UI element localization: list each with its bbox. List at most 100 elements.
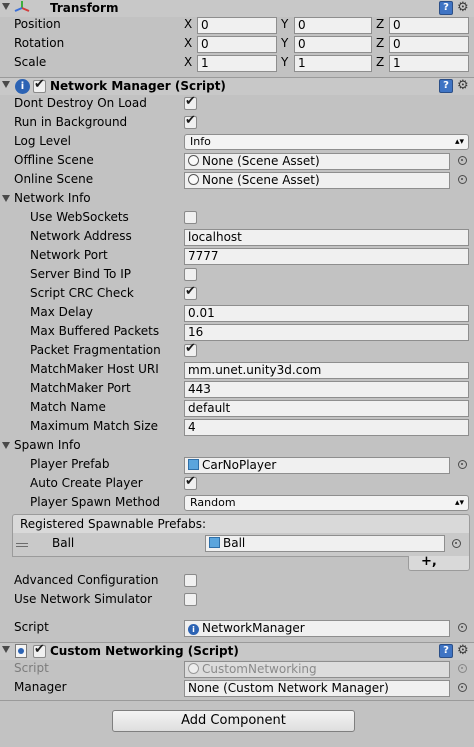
axis-x-label[interactable]: X <box>184 36 192 50</box>
divider <box>0 700 474 701</box>
packet-frag-checkbox[interactable] <box>184 341 197 357</box>
nm-script-field[interactable]: i NetworkManager <box>184 620 450 637</box>
custom-networking-header[interactable]: Custom Networking (Script) ? ⚙ <box>0 642 474 660</box>
player-prefab-label: Player Prefab <box>30 457 110 471</box>
add-item-button[interactable]: +, <box>421 554 437 569</box>
use-websockets-label: Use WebSockets <box>30 210 129 224</box>
help-icon[interactable]: ? <box>439 644 453 658</box>
drag-handle-icon[interactable] <box>16 543 28 547</box>
fold-icon[interactable] <box>2 442 10 449</box>
axis-z-label[interactable]: Z <box>376 36 384 50</box>
spawn-info-row[interactable]: Spawn Info <box>0 437 474 456</box>
spawn-info-label[interactable]: Spawn Info <box>14 438 81 452</box>
max-match-field[interactable]: 4 <box>184 419 469 436</box>
custom-networking-enabled-checkbox[interactable] <box>33 642 46 658</box>
fold-icon[interactable] <box>2 81 10 88</box>
mm-port-row: MatchMaker Port 443 <box>0 380 474 399</box>
object-picker-icon[interactable] <box>458 156 467 165</box>
fold-icon[interactable] <box>2 195 10 202</box>
server-bind-label: Server Bind To IP <box>30 267 131 281</box>
unity-scene-icon <box>188 155 199 166</box>
object-picker-icon[interactable] <box>458 623 467 632</box>
scale-x-field[interactable]: 1 <box>197 55 277 72</box>
rotation-x-field[interactable]: 0 <box>197 36 277 53</box>
object-picker-icon[interactable] <box>458 460 467 469</box>
network-address-field[interactable]: localhost <box>184 229 469 246</box>
dont-destroy-label: Dont Destroy On Load <box>14 96 147 110</box>
spawn-method-dropdown[interactable]: Random ▴▾ <box>184 495 469 511</box>
script-crc-checkbox[interactable] <box>184 284 197 300</box>
info-icon: i <box>15 79 30 94</box>
script-crc-label: Script CRC Check <box>30 286 134 300</box>
fold-icon[interactable] <box>2 646 10 653</box>
network-port-row: Network Port 7777 <box>0 247 474 266</box>
network-info-label[interactable]: Network Info <box>14 191 91 205</box>
online-scene-row: Online Scene None (Scene Asset) <box>0 171 474 190</box>
max-delay-field[interactable]: 0.01 <box>184 305 469 322</box>
scale-y-field[interactable]: 1 <box>294 55 372 72</box>
match-name-label: Match Name <box>30 400 106 414</box>
mm-port-field[interactable]: 443 <box>184 381 469 398</box>
manager-field[interactable]: None (Custom Network Manager) <box>184 680 450 697</box>
help-icon[interactable]: ? <box>439 79 453 93</box>
auto-create-checkbox[interactable] <box>184 474 197 490</box>
mm-host-field[interactable]: mm.unet.unity3d.com <box>184 362 469 379</box>
gear-icon[interactable]: ⚙ <box>457 643 469 659</box>
network-info-row[interactable]: Network Info <box>0 190 474 209</box>
registered-item-field[interactable]: Ball <box>205 535 445 552</box>
max-match-row: Maximum Match Size 4 <box>0 418 474 437</box>
max-match-label: Maximum Match Size <box>30 419 159 433</box>
offline-scene-row: Offline Scene None (Scene Asset) <box>0 152 474 171</box>
custom-networking-title: Custom Networking (Script) <box>50 644 239 658</box>
online-scene-field[interactable]: None (Scene Asset) <box>184 172 450 189</box>
packet-frag-row: Packet Fragmentation <box>0 341 474 361</box>
run-bg-checkbox[interactable] <box>184 113 197 129</box>
gear-icon[interactable]: ⚙ <box>457 0 469 16</box>
axis-y-label[interactable]: Y <box>281 36 288 50</box>
network-port-field[interactable]: 7777 <box>184 248 469 265</box>
axis-z-label[interactable]: Z <box>376 17 384 31</box>
position-x-field[interactable]: 0 <box>197 17 277 34</box>
axis-z-label[interactable]: Z <box>376 55 384 69</box>
registered-item-name: Ball <box>52 536 75 550</box>
offline-scene-field[interactable]: None (Scene Asset) <box>184 153 450 170</box>
scale-z-field[interactable]: 1 <box>389 55 469 72</box>
rotation-z-field[interactable]: 0 <box>389 36 469 53</box>
axis-x-label[interactable]: X <box>184 17 192 31</box>
nm-script-label: Script <box>14 620 49 634</box>
gear-icon[interactable]: ⚙ <box>457 78 469 94</box>
run-bg-label: Run in Background <box>14 115 128 129</box>
match-name-field[interactable]: default <box>184 400 469 417</box>
max-buffered-field[interactable]: 16 <box>184 324 469 341</box>
help-icon[interactable]: ? <box>439 1 453 15</box>
script-crc-row: Script CRC Check <box>0 284 474 304</box>
advanced-config-checkbox[interactable] <box>184 574 197 587</box>
dont-destroy-checkbox[interactable] <box>184 94 197 110</box>
transform-header[interactable]: Transform ? ⚙ <box>0 0 474 17</box>
axis-y-label[interactable]: Y <box>281 17 288 31</box>
player-prefab-field[interactable]: CarNoPlayer <box>184 457 450 474</box>
axis-x-label[interactable]: X <box>184 55 192 69</box>
log-level-value: Info <box>190 135 211 148</box>
server-bind-checkbox[interactable] <box>184 268 197 281</box>
object-picker-icon[interactable] <box>458 175 467 184</box>
axis-y-label[interactable]: Y <box>281 55 288 69</box>
rotation-label: Rotation <box>14 36 65 50</box>
cn-script-label: Script <box>14 661 49 675</box>
chevron-updown-icon: ▴▾ <box>454 498 464 508</box>
use-net-sim-checkbox[interactable] <box>184 593 197 606</box>
rotation-y-field[interactable]: 0 <box>294 36 372 53</box>
log-level-dropdown[interactable]: Info ▴▾ <box>184 134 469 150</box>
network-manager-header[interactable]: i Network Manager (Script) ? ⚙ <box>0 77 474 95</box>
position-y-field[interactable]: 0 <box>294 17 372 34</box>
add-component-button[interactable]: Add Component <box>112 710 355 732</box>
use-websockets-checkbox[interactable] <box>184 211 197 224</box>
network-address-label: Network Address <box>30 229 132 243</box>
unity-scene-icon <box>188 174 199 185</box>
object-picker-icon[interactable] <box>458 683 467 692</box>
object-picker-icon[interactable] <box>452 539 461 548</box>
position-z-field[interactable]: 0 <box>389 17 469 34</box>
fold-icon[interactable] <box>2 3 10 10</box>
rotation-row: Rotation X 0 Y 0 Z 0 <box>0 35 474 54</box>
network-manager-enabled-checkbox[interactable] <box>33 77 46 93</box>
